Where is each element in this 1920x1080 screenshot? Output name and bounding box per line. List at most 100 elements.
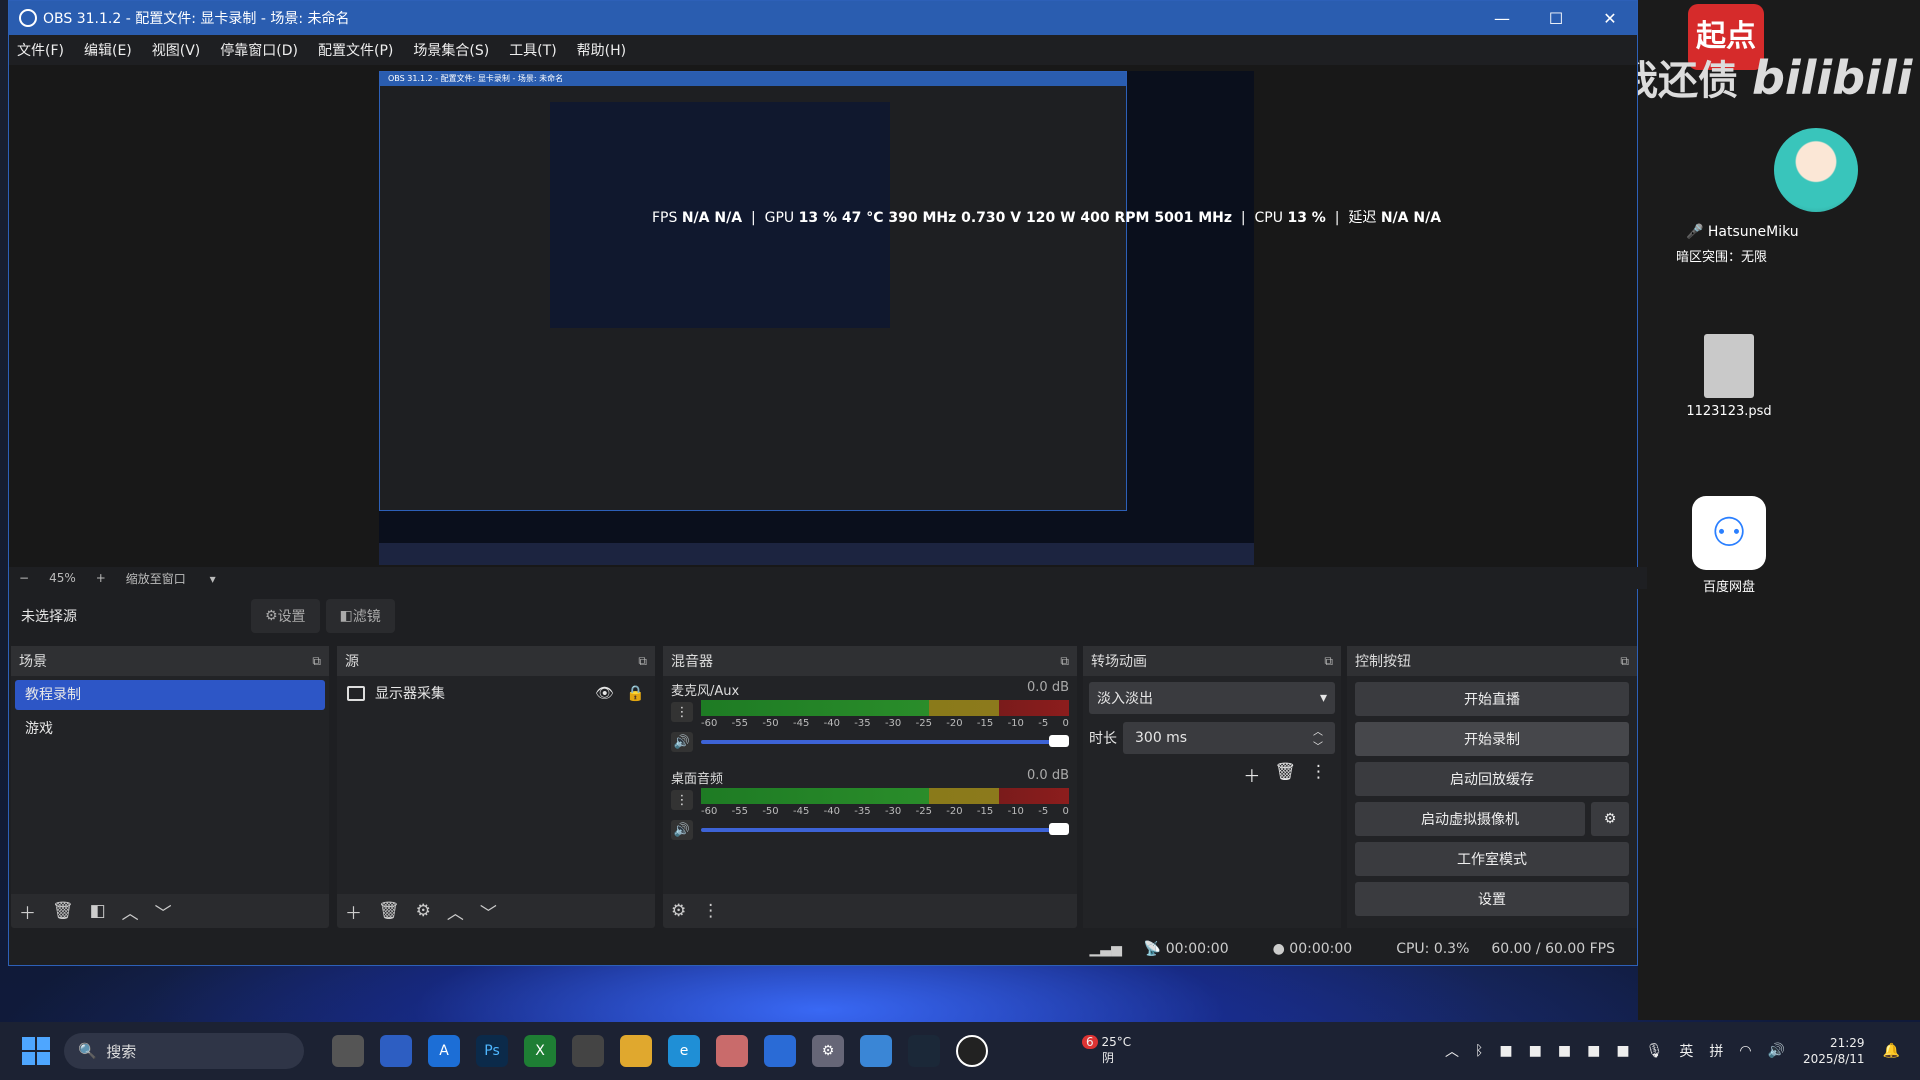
settings-icon[interactable]: ⚙ (812, 1035, 844, 1067)
track-menu-icon[interactable]: ⋮ (671, 702, 693, 722)
app-icon[interactable] (716, 1035, 748, 1067)
search-placeholder: 搜索 (106, 1042, 137, 1061)
add-source-icon[interactable]: ＋ (345, 899, 362, 924)
volume-slider[interactable] (701, 823, 1069, 835)
performance-overlay: FPS N/A N/A | GPU 13 % 47 °C 390 MHz 0.7… (652, 210, 1442, 226)
menu-tools[interactable]: 工具(T) (509, 40, 556, 60)
menu-docks[interactable]: 停靠窗口(D) (220, 40, 298, 60)
tray-app-icon[interactable]: ■ (1558, 1043, 1571, 1059)
bluetooth-icon[interactable]: ᛒ (1475, 1043, 1483, 1059)
taskbar-search[interactable]: 🔍 搜索 (64, 1033, 304, 1069)
slider-knob[interactable] (1049, 823, 1069, 835)
menu-view[interactable]: 视图(V) (152, 40, 201, 60)
tick: -40 (823, 718, 840, 729)
remove-source-icon[interactable]: 🗑 (378, 901, 400, 921)
studio-mode-button[interactable]: 工作室模式 (1355, 842, 1629, 876)
microphone-icon[interactable]: 🎙 (1646, 1043, 1664, 1059)
scene-filters-icon[interactable]: ◧ (90, 901, 106, 921)
menu-file[interactable]: 文件(F) (17, 40, 64, 60)
scene-item[interactable]: 游戏 (15, 714, 325, 744)
lock-icon[interactable]: 🔒 (626, 684, 645, 702)
minimize-button[interactable]: — (1475, 1, 1529, 35)
duration-spinbox[interactable]: 300 ms ︿ ﹀ (1123, 722, 1335, 754)
eye-icon[interactable]: 👁 (595, 684, 614, 702)
baidu-netdisk-icon[interactable]: ⚇ 百度网盘 (1684, 496, 1774, 595)
weather-widget[interactable]: 6 25°C 阴 (1082, 1034, 1131, 1066)
file-explorer-icon[interactable] (620, 1035, 652, 1067)
psd-file-icon[interactable]: 1123123.psd (1684, 334, 1774, 419)
app-icon[interactable]: A (428, 1035, 460, 1067)
task-view-icon[interactable] (332, 1035, 364, 1067)
zoom-fit-dropdown[interactable]: 缩放至窗口 ▾ (126, 570, 216, 587)
app-icon[interactable] (572, 1035, 604, 1067)
source-item[interactable]: 显示器采集 👁 🔒 (337, 676, 655, 710)
menu-edit[interactable]: 编辑(E) (84, 40, 132, 60)
menu-profile[interactable]: 配置文件(P) (318, 40, 393, 60)
window-title: OBS 31.1.2 - 配置文件: 显卡录制 - 场景: 未命名 (43, 11, 350, 27)
notepad-icon[interactable] (860, 1035, 892, 1067)
settings-button[interactable]: 设置 (1355, 882, 1629, 916)
menu-scene-collection[interactable]: 场景集合(S) (413, 40, 489, 60)
move-down-icon[interactable]: ﹀ (480, 899, 497, 924)
app-icon[interactable] (764, 1035, 796, 1067)
dock-float-icon[interactable]: ⧉ (638, 654, 647, 669)
xbox-icon[interactable]: X (524, 1035, 556, 1067)
tray-app-icon[interactable]: ■ (1529, 1043, 1542, 1059)
menu-help[interactable]: 帮助(H) (577, 40, 626, 60)
tray-app-icon[interactable]: ■ (1587, 1043, 1600, 1059)
spin-arrows-icon[interactable]: ︿ ﹀ (1313, 723, 1323, 753)
zoom-in-button[interactable]: + (96, 571, 106, 585)
wifi-icon[interactable]: ◠ (1739, 1043, 1751, 1059)
zoom-out-button[interactable]: − (19, 571, 29, 585)
dock-float-icon[interactable]: ⧉ (1620, 654, 1629, 669)
start-virtual-camera-button[interactable]: 启动虚拟摄像机 (1355, 802, 1585, 836)
virtual-camera-settings-icon[interactable]: ⚙ (1591, 802, 1629, 836)
title-bar[interactable]: OBS 31.1.2 - 配置文件: 显卡录制 - 场景: 未命名 — ☐ ✕ (9, 1, 1637, 35)
move-up-icon[interactable]: ︿ (122, 899, 139, 924)
start-button[interactable] (22, 1037, 50, 1065)
photoshop-icon[interactable]: Ps (476, 1035, 508, 1067)
source-settings-button[interactable]: ⚙ 设置 (251, 599, 320, 633)
source-filters-button[interactable]: ◧ 滤镜 (325, 599, 395, 633)
start-record-button[interactable]: 开始录制 (1355, 722, 1629, 756)
obs-icon[interactable] (956, 1035, 988, 1067)
edge-icon[interactable]: e (668, 1035, 700, 1067)
start-replay-buffer-button[interactable]: 启动回放缓存 (1355, 762, 1629, 796)
tray-app-icon[interactable]: ■ (1616, 1043, 1629, 1059)
slider-knob[interactable] (1049, 735, 1069, 747)
scene-item[interactable]: 教程录制 (15, 680, 325, 710)
steam-icon[interactable] (908, 1035, 940, 1067)
mixer-menu-icon[interactable]: ⋮ (702, 901, 719, 921)
volume-icon[interactable]: 🔊 (1768, 1043, 1785, 1059)
ime-lang[interactable]: 英 (1679, 1041, 1693, 1061)
add-scene-icon[interactable]: ＋ (19, 899, 36, 924)
close-button[interactable]: ✕ (1583, 1, 1637, 35)
maximize-button[interactable]: ☐ (1529, 1, 1583, 35)
source-properties-icon[interactable]: ⚙ (416, 901, 431, 921)
speaker-icon[interactable]: 🔊 (671, 732, 693, 752)
mixer-footer: ⚙ ⋮ (663, 894, 1077, 928)
track-menu-icon[interactable]: ⋮ (671, 790, 693, 810)
move-up-icon[interactable]: ︿ (447, 899, 464, 924)
dock-float-icon[interactable]: ⧉ (1324, 654, 1333, 669)
preview-canvas[interactable]: OBS 31.1.2 - 配置文件: 显卡录制 - 场景: 未命名 FPS N/… (9, 65, 1637, 567)
scenes-footer: ＋ 🗑 ◧ ︿ ﹀ (11, 894, 329, 928)
start-stream-button[interactable]: 开始直播 (1355, 682, 1629, 716)
ime-mode[interactable]: 拼 (1709, 1041, 1723, 1061)
clock[interactable]: 21:29 2025/8/11 (1803, 1035, 1865, 1067)
remove-scene-icon[interactable]: 🗑 (52, 901, 74, 921)
dock-float-icon[interactable]: ⧉ (1060, 654, 1069, 669)
app-icon[interactable] (380, 1035, 412, 1067)
chevron-up-icon[interactable]: ︿ (1445, 1041, 1459, 1061)
notification-icon[interactable]: 🔔 (1883, 1043, 1900, 1059)
transition-select[interactable]: 淡入淡出 ▾ (1089, 682, 1335, 714)
dock-float-icon[interactable]: ⧉ (312, 654, 321, 669)
remove-transition-icon[interactable]: 🗑 (1274, 762, 1296, 787)
speaker-icon[interactable]: 🔊 (671, 820, 693, 840)
advanced-audio-icon[interactable]: ⚙ (671, 901, 686, 921)
transition-menu-icon[interactable]: ⋮ (1310, 762, 1327, 787)
tray-app-icon[interactable]: ■ (1499, 1043, 1512, 1059)
add-transition-icon[interactable]: ＋ (1243, 762, 1260, 787)
move-down-icon[interactable]: ﹀ (155, 899, 172, 924)
volume-slider[interactable] (701, 735, 1069, 747)
